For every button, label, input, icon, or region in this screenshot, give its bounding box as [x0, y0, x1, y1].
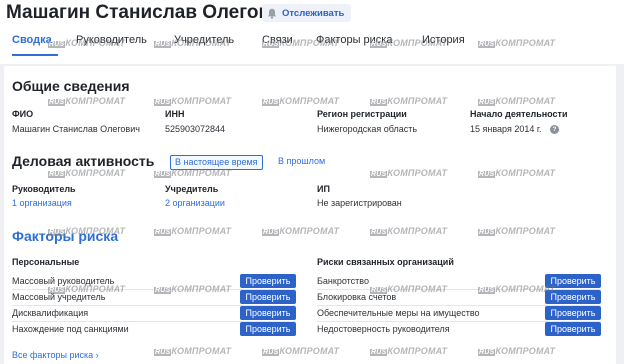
track-button[interactable]: Отслеживать: [262, 4, 352, 22]
bell-icon: [267, 8, 277, 19]
page-title: Машагин Станислав Олегович: [6, 2, 293, 23]
risk-name: Обеспечительные меры на имущество: [317, 308, 480, 318]
ip-value: Не зарегистрирован: [317, 198, 402, 208]
risk-row: Обеспечительные меры на имущество Провер…: [317, 306, 601, 322]
fio-value: Машагин Станислав Олегович: [12, 124, 140, 134]
start-label: Начало деятельности: [470, 109, 568, 119]
active-tab-indicator: [12, 54, 58, 56]
tab-director[interactable]: Руководитель: [76, 34, 147, 46]
page-header: Машагин Станислав Олегович Отслеживать С…: [0, 0, 624, 64]
tab-summary[interactable]: Сводка: [12, 34, 52, 46]
fio-label: ФИО: [12, 109, 34, 119]
risks-heading: Факторы риска: [12, 228, 119, 244]
risk-name: Нахождение под санкциями: [12, 324, 129, 334]
founder-label: Учредитель: [165, 184, 219, 194]
tab-connections[interactable]: Связи: [262, 34, 293, 46]
check-button[interactable]: Проверить: [240, 306, 296, 320]
check-button[interactable]: Проверить: [545, 322, 601, 336]
inn-label: ИНН: [165, 109, 185, 119]
risk-row: Недостоверность руководителя Проверить: [317, 322, 601, 338]
check-button[interactable]: Проверить: [240, 322, 296, 336]
check-button[interactable]: Проверить: [545, 306, 601, 320]
region-value: Нижегородская область: [317, 124, 418, 134]
director-link[interactable]: 1 организация: [12, 198, 72, 208]
inn-value: 525903072844: [165, 124, 226, 134]
risk-row: Блокировка счетов Проверить: [317, 290, 601, 306]
risk-name: Недостоверность руководителя: [317, 324, 450, 334]
risk-row: Дисквалификация Проверить: [12, 306, 296, 322]
risk-row: Нахождение под санкциями Проверить: [12, 322, 296, 338]
help-icon[interactable]: ?: [550, 125, 559, 134]
risk-row: Массовый учредитель Проверить: [12, 290, 296, 306]
check-button[interactable]: Проверить: [240, 274, 296, 288]
risk-name: Массовый руководитель: [12, 276, 115, 286]
tab-founder[interactable]: Учредитель: [174, 34, 234, 46]
founder-link[interactable]: 2 организации: [165, 198, 225, 208]
all-risks-label: Все факторы риска: [12, 350, 94, 360]
general-heading: Общие сведения: [12, 78, 130, 94]
toggle-current[interactable]: В настоящее время: [170, 155, 263, 170]
check-button[interactable]: Проверить: [240, 290, 296, 304]
risk-name: Блокировка счетов: [317, 292, 397, 302]
activity-heading: Деловая активность: [12, 153, 155, 169]
check-button[interactable]: Проверить: [545, 274, 601, 288]
tab-bar: Сводка Руководитель Учредитель Связи Фак…: [0, 28, 624, 58]
track-label: Отслеживать: [282, 7, 345, 19]
risk-row: Массовый руководитель Проверить: [12, 274, 296, 290]
tab-history[interactable]: История: [422, 34, 465, 46]
region-label: Регион регистрации: [317, 109, 407, 119]
personal-risks-label: Персональные: [12, 257, 80, 267]
tab-risk-factors[interactable]: Факторы риска: [316, 34, 392, 46]
director-label: Руководитель: [12, 184, 76, 194]
risk-name: Банкротство: [317, 276, 369, 286]
check-button[interactable]: Проверить: [545, 290, 601, 304]
ip-label: ИП: [317, 184, 330, 194]
all-risks-link[interactable]: Все факторы риска ›: [12, 350, 99, 360]
toggle-past[interactable]: В прошлом: [274, 155, 329, 170]
start-value: 15 января 2014 г.: [470, 124, 542, 134]
risk-name: Массовый учредитель: [12, 292, 106, 302]
related-risks-label: Риски связанных организаций: [317, 257, 454, 267]
risk-name: Дисквалификация: [12, 308, 89, 318]
risk-row: Банкротство Проверить: [317, 274, 601, 290]
